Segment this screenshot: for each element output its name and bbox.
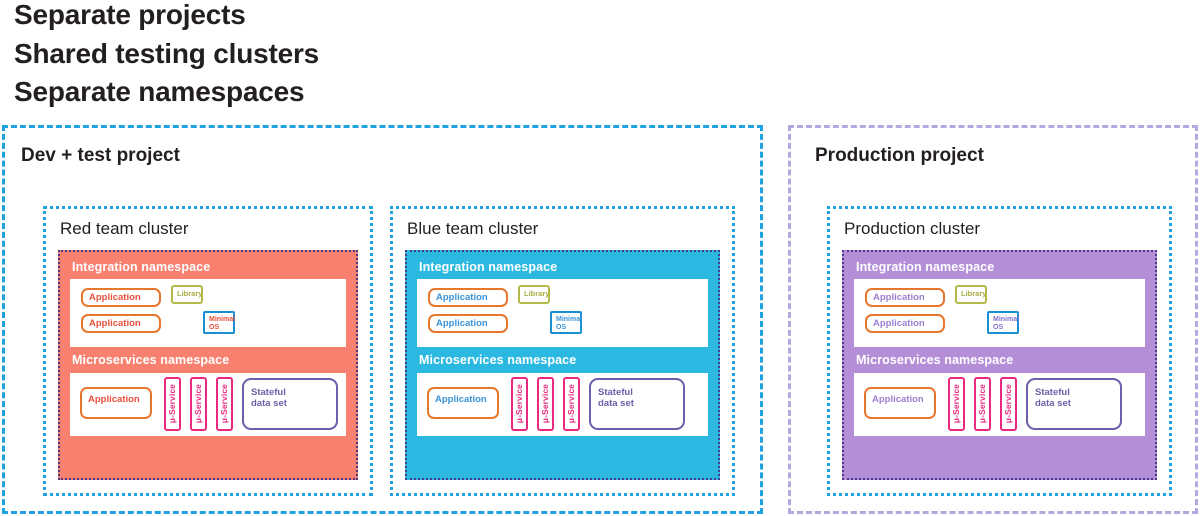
microservice-label: μ-Service bbox=[219, 384, 230, 424]
microservice-box: μ-Service bbox=[974, 377, 991, 431]
application-box: Application bbox=[865, 288, 945, 307]
microservice-box: μ-Service bbox=[948, 377, 965, 431]
heading-shared-testing-clusters: Shared testing clusters bbox=[14, 37, 320, 69]
microservice-box: μ-Service bbox=[563, 377, 580, 431]
microservice-label: μ-Service bbox=[1003, 384, 1014, 424]
microservice-label: μ-Service bbox=[540, 384, 551, 424]
microservice-label: μ-Service bbox=[566, 384, 577, 424]
microservice-label: μ-Service bbox=[977, 384, 988, 424]
application-box: Application bbox=[864, 387, 936, 419]
microservice-label: μ-Service bbox=[951, 384, 962, 424]
application-box: Application bbox=[865, 314, 945, 333]
project-title: Production project bbox=[815, 145, 984, 166]
microservice-box: μ-Service bbox=[190, 377, 207, 431]
microservice-box: μ-Service bbox=[216, 377, 233, 431]
microservices-namespace-panel: Application μ-Service μ-Service μ-Servic… bbox=[854, 373, 1145, 436]
microservice-box: μ-Service bbox=[537, 377, 554, 431]
application-box: Application bbox=[428, 314, 508, 333]
integration-namespace-label: Integration namespace bbox=[72, 260, 211, 274]
stateful-line1: Stateful bbox=[598, 387, 633, 398]
application-box: Application bbox=[427, 387, 499, 419]
microservices-namespace-panel: Application μ-Service μ-Service μ-Servic… bbox=[70, 373, 346, 436]
microservices-namespace-label: Microservices namespace bbox=[72, 353, 230, 367]
minimal-os-box: Minimal OS bbox=[550, 311, 582, 334]
integration-namespace-label: Integration namespace bbox=[856, 260, 995, 274]
stateful-data-set-box: Stateful data set bbox=[589, 378, 685, 430]
project-production: Production project Production cluster In… bbox=[788, 125, 1198, 514]
microservice-box: μ-Service bbox=[1000, 377, 1017, 431]
project-title: Dev + test project bbox=[21, 145, 180, 166]
microservice-label: μ-Service bbox=[167, 384, 178, 424]
library-box: Library bbox=[955, 285, 987, 304]
application-box: Application bbox=[81, 288, 161, 307]
cluster-red-team: Red team cluster Integration namespace A… bbox=[43, 206, 373, 496]
minimal-os-line2: OS bbox=[993, 324, 1004, 332]
integration-namespace-panel: Application Application Library Minimal O… bbox=[70, 279, 346, 347]
microservice-label: μ-Service bbox=[193, 384, 204, 424]
stateful-line2: data set bbox=[598, 398, 634, 410]
headings-block: Separate projects Shared testing cluster… bbox=[14, 0, 319, 112]
library-box: Library bbox=[171, 285, 203, 304]
microservice-box: μ-Service bbox=[511, 377, 528, 431]
microservices-namespace-label: Microservices namespace bbox=[856, 353, 1014, 367]
minimal-os-box: Minimal OS bbox=[203, 311, 235, 334]
cluster-production: Production cluster Integration namespace… bbox=[827, 206, 1172, 496]
cluster-blue-team: Blue team cluster Integration namespace … bbox=[390, 206, 735, 496]
stateful-line2: data set bbox=[1035, 398, 1071, 410]
stateful-data-set-box: Stateful data set bbox=[1026, 378, 1122, 430]
application-box: Application bbox=[428, 288, 508, 307]
minimal-os-line2: OS bbox=[556, 324, 567, 332]
application-box: Application bbox=[81, 314, 161, 333]
stateful-line1: Stateful bbox=[251, 387, 286, 398]
namespace-block: Integration namespace Application Applic… bbox=[842, 250, 1157, 480]
cluster-title: Blue team cluster bbox=[407, 219, 539, 238]
project-dev-test: Dev + test project Red team cluster Inte… bbox=[2, 125, 763, 514]
integration-namespace-panel: Application Application Library Minimal O… bbox=[854, 279, 1145, 347]
namespace-block: Integration namespace Application Applic… bbox=[405, 250, 720, 480]
minimal-os-line1: Minimal bbox=[556, 316, 583, 323]
library-box: Library bbox=[518, 285, 550, 304]
stateful-line2: data set bbox=[251, 398, 287, 410]
minimal-os-line1: Minimal bbox=[993, 316, 1020, 323]
cluster-title: Red team cluster bbox=[60, 219, 189, 238]
integration-namespace-panel: Application Application Library Minimal O… bbox=[417, 279, 708, 347]
microservice-label: μ-Service bbox=[514, 384, 525, 424]
microservices-namespace-panel: Application μ-Service μ-Service μ-Servic… bbox=[417, 373, 708, 436]
minimal-os-box: Minimal OS bbox=[987, 311, 1019, 334]
namespace-block: Integration namespace Application Applic… bbox=[58, 250, 358, 480]
integration-namespace-label: Integration namespace bbox=[419, 260, 558, 274]
microservice-box: μ-Service bbox=[164, 377, 181, 431]
minimal-os-line1: Minimal bbox=[209, 316, 236, 323]
cluster-title: Production cluster bbox=[844, 219, 981, 238]
minimal-os-line2: OS bbox=[209, 324, 220, 332]
stateful-line1: Stateful bbox=[1035, 387, 1070, 398]
heading-separate-namespaces: Separate namespaces bbox=[14, 76, 305, 108]
heading-separate-projects: Separate projects bbox=[14, 0, 246, 30]
microservices-namespace-label: Microservices namespace bbox=[419, 353, 577, 367]
application-box: Application bbox=[80, 387, 152, 419]
stateful-data-set-box: Stateful data set bbox=[242, 378, 338, 430]
